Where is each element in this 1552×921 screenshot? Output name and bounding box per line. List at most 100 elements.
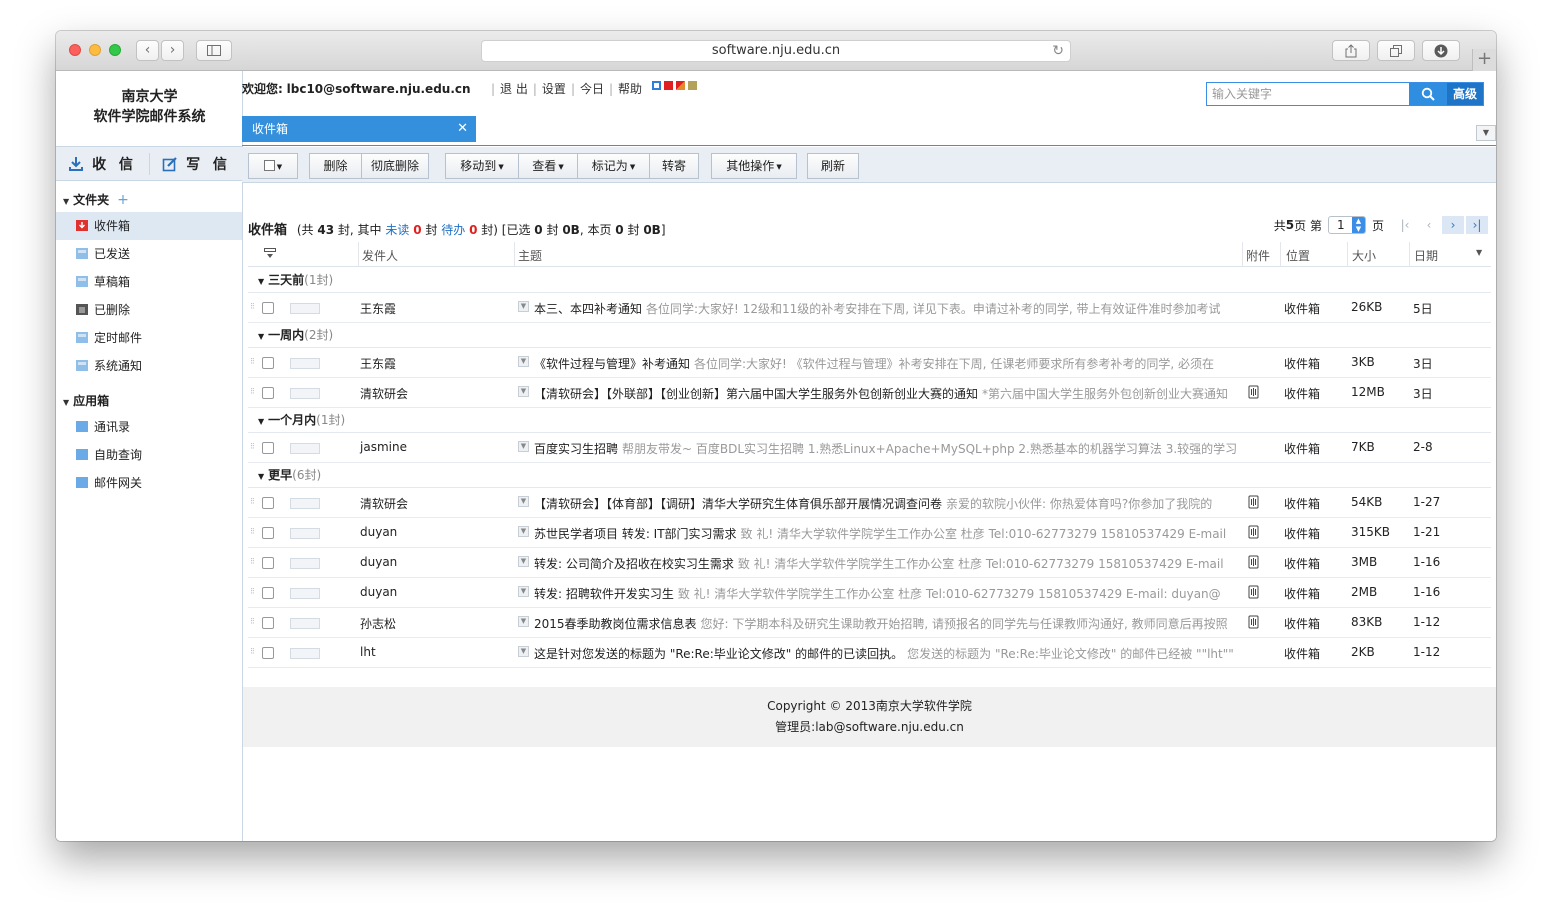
forward-button[interactable]: 转寄	[649, 153, 699, 179]
drag-handle-icon[interactable]: ⁝⁝	[250, 357, 255, 367]
expand-icon[interactable]: ▼	[518, 526, 529, 537]
close-tab-icon[interactable]: ✕	[457, 116, 468, 142]
expand-icon[interactable]: ▼	[518, 556, 529, 567]
sidebar-item-system-notice[interactable]: 系统通知	[56, 352, 242, 380]
address-bar[interactable]: software.nju.edu.cn ↻	[481, 40, 1071, 62]
skin-red-swatch[interactable]	[664, 81, 673, 90]
mail-subject[interactable]: 苏世民学者项目 转发: IT部门实习需求致 礼! 清华大学软件学院学生工作办公室…	[534, 525, 1239, 542]
expand-icon[interactable]: ▼	[518, 616, 529, 627]
search-button[interactable]	[1409, 83, 1447, 105]
column-subject[interactable]: 主题	[518, 247, 542, 264]
row-checkbox[interactable]	[262, 587, 274, 599]
expand-icon[interactable]: ▼	[518, 356, 529, 367]
mail-subject[interactable]: 《软件过程与管理》补考通知 各位同学:大家好! 《软件过程与管理》补考安排在下周,…	[534, 355, 1239, 372]
row-checkbox[interactable]	[262, 647, 274, 659]
skin-olive-swatch[interactable]	[688, 81, 697, 90]
delete-button[interactable]: 删除	[309, 153, 362, 179]
sidebar-item-scheduled[interactable]: 定时邮件	[56, 324, 242, 352]
row-checkbox[interactable]	[262, 497, 274, 509]
mail-subject[interactable]: 2015春季助教岗位需求信息表 您好: 下学期本科及研究生课助教开始招聘, 请预报…	[534, 615, 1239, 632]
unread-link[interactable]: 未读	[385, 223, 409, 237]
drag-handle-icon[interactable]: ⁝⁝	[250, 647, 255, 657]
mark-as-dropdown[interactable]: 标记为 ▼	[577, 153, 650, 179]
row-checkbox[interactable]	[262, 302, 274, 314]
help-link[interactable]: 帮助	[618, 82, 642, 96]
mail-row[interactable]: ⁝⁝ 王东霞 ▼ 本三、本四补考通知 各位同学:大家好! 12级和11级的补考安排…	[248, 293, 1491, 323]
drag-handle-icon[interactable]: ⁝⁝	[250, 442, 255, 452]
group-header[interactable]: ▼ 更早(6封)	[248, 463, 1491, 488]
tab-inbox[interactable]: 收件箱 ✕	[242, 116, 476, 142]
mail-subject[interactable]: 百度实习生招聘 帮朋友带发~ 百度BDL实习生招聘 1.熟悉Linux+Apach…	[534, 440, 1239, 457]
drag-handle-icon[interactable]: ⁝⁝	[250, 302, 255, 312]
reload-icon[interactable]: ↻	[1052, 41, 1064, 61]
column-sender[interactable]: 发件人	[362, 247, 398, 264]
column-size[interactable]: 大小	[1352, 247, 1376, 264]
group-header[interactable]: ▼ 一个月内(1封)	[248, 408, 1491, 433]
mail-row[interactable]: ⁝⁝ jasmine ▼ 百度实习生招聘 帮朋友带发~ 百度BDL实习生招聘 1.…	[248, 433, 1491, 463]
expand-icon[interactable]: ▼	[518, 441, 529, 452]
tabs-overview-button[interactable]	[1377, 40, 1415, 61]
add-folder-icon[interactable]: +	[117, 192, 129, 208]
mail-subject[interactable]: 转发: 招聘软件开发实习生致 礼! 清华大学软件学院学生工作办公室 杜彦 Tel…	[534, 585, 1239, 602]
page-stepper-icon[interactable]: ▲ ▼	[1351, 217, 1365, 233]
move-to-dropdown[interactable]: 移动到 ▼	[445, 153, 519, 179]
expand-icon[interactable]: ▼	[518, 386, 529, 397]
minimize-window-button[interactable]	[89, 44, 101, 56]
sidebar-item-inbox[interactable]: 收件箱	[56, 212, 242, 240]
todo-link[interactable]: 待办	[441, 223, 465, 237]
delete-forever-button[interactable]: 彻底删除	[361, 153, 429, 179]
sidebar-item-drafts[interactable]: 草稿箱	[56, 268, 242, 296]
more-actions-dropdown[interactable]: 其他操作 ▼	[711, 153, 797, 179]
refresh-button[interactable]: 刷新	[807, 153, 859, 179]
sidebar-toggle-button[interactable]	[196, 40, 232, 61]
drag-handle-icon[interactable]: ⁝⁝	[250, 617, 255, 627]
row-checkbox[interactable]	[262, 557, 274, 569]
receive-mail-button[interactable]: 收 信	[56, 147, 149, 180]
drag-handle-icon[interactable]: ⁝⁝	[250, 387, 255, 397]
row-checkbox[interactable]	[262, 527, 274, 539]
mail-row[interactable]: ⁝⁝ 清软研会 ▼ 【清软研会】【外联部】【创业创新】第六届中国大学生服务外包创…	[248, 378, 1491, 408]
column-options-icon[interactable]	[264, 248, 276, 263]
mail-row[interactable]: ⁝⁝ 清软研会 ▼ 【清软研会】【体育部】【调研】清华大学研究生体育俱乐部开展情…	[248, 488, 1491, 518]
sidebar-item-deleted[interactable]: 已删除	[56, 296, 242, 324]
view-dropdown[interactable]: 查看 ▼	[518, 153, 578, 179]
mail-subject[interactable]: 本三、本四补考通知 各位同学:大家好! 12级和11级的补考安排在下周, 详见下表…	[534, 300, 1239, 317]
zoom-window-button[interactable]	[109, 44, 121, 56]
row-checkbox[interactable]	[262, 617, 274, 629]
search-input[interactable]: 输入关键字	[1207, 83, 1409, 105]
last-page-button[interactable]: ›|	[1466, 216, 1488, 234]
expand-icon[interactable]: ▼	[518, 646, 529, 657]
skin-orange-swatch[interactable]	[676, 81, 685, 90]
row-checkbox[interactable]	[262, 442, 274, 454]
drag-handle-icon[interactable]: ⁝⁝	[250, 557, 255, 567]
mail-row[interactable]: ⁝⁝ duyan ▼ 转发: 招聘软件开发实习生致 礼! 清华大学软件学院学生工…	[248, 578, 1491, 608]
skin-blue-swatch[interactable]	[652, 81, 661, 90]
forward-button[interactable]: ›	[161, 40, 184, 61]
first-page-button[interactable]: |‹	[1394, 216, 1416, 234]
sidebar-item-self-query[interactable]: 自助查询	[56, 441, 242, 469]
drag-handle-icon[interactable]: ⁝⁝	[250, 527, 255, 537]
mail-row[interactable]: ⁝⁝ duyan ▼ 转发: 公司简介及招收在校实习生需求致 礼! 清华大学软件…	[248, 548, 1491, 578]
folders-header[interactable]: ▼ 文件夹 +	[63, 191, 129, 208]
downloads-button[interactable]	[1422, 40, 1460, 61]
drag-handle-icon[interactable]: ⁝⁝	[250, 497, 255, 507]
group-header[interactable]: ▼ 一周内(2封)	[248, 323, 1491, 348]
mail-subject[interactable]: 【清软研会】【体育部】【调研】清华大学研究生体育俱乐部开展情况调查问卷 亲爱的软院…	[534, 495, 1239, 512]
sidebar-item-mail-gateway[interactable]: 邮件网关	[56, 469, 242, 497]
sidebar-item-contacts[interactable]: 通讯录	[56, 413, 242, 441]
logout-link[interactable]: 退 出	[500, 82, 528, 96]
tab-dropdown-button[interactable]: ▼	[1476, 125, 1496, 141]
column-location[interactable]: 位置	[1286, 247, 1310, 264]
row-checkbox[interactable]	[262, 357, 274, 369]
column-date[interactable]: 日期	[1414, 247, 1438, 264]
back-button[interactable]: ‹	[136, 40, 159, 61]
advanced-search-button[interactable]: 高级	[1447, 83, 1483, 105]
mail-subject[interactable]: 这是针对您发送的标题为 "Re:Re:毕业论文修改" 的邮件的已读回执。 您发送的…	[534, 645, 1239, 662]
next-page-button[interactable]: ›	[1442, 216, 1464, 234]
new-tab-button[interactable]: +	[1472, 49, 1496, 71]
today-link[interactable]: 今日	[580, 82, 604, 96]
select-all-dropdown[interactable]: ▼	[248, 153, 298, 179]
compose-mail-button[interactable]: 写 信	[150, 147, 243, 180]
group-header[interactable]: ▼ 三天前(1封)	[248, 268, 1491, 293]
expand-icon[interactable]: ▼	[518, 301, 529, 312]
